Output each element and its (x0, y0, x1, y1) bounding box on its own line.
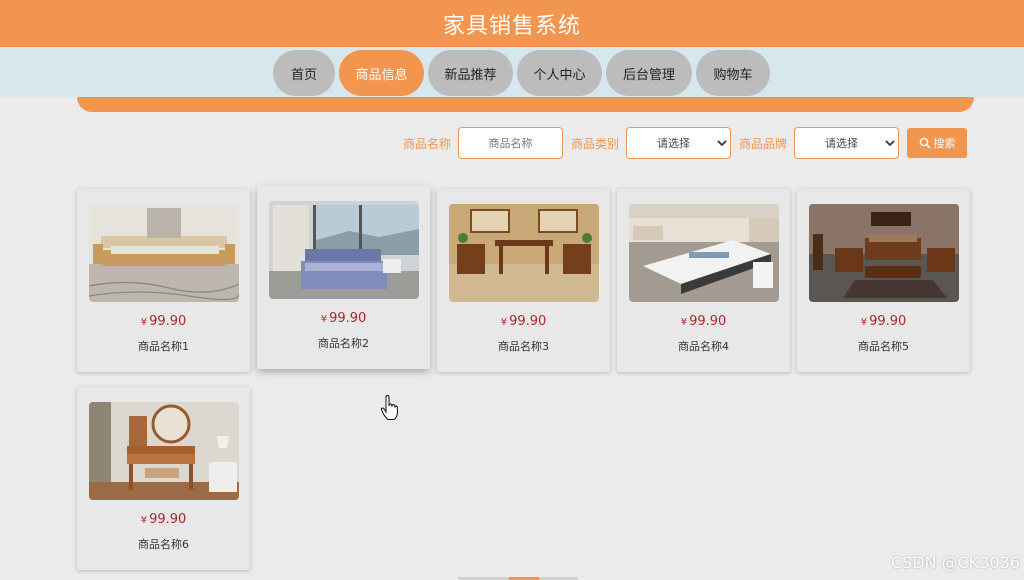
nav-new-products[interactable]: 新品推荐 (428, 50, 513, 96)
search-button-label: 搜索 (933, 137, 956, 150)
product-image (448, 204, 599, 302)
currency-symbol: ¥ (500, 317, 508, 328)
brand-label: 商品品牌 (738, 136, 787, 151)
search-bar: 商品名称 商品类别 请选择 商品品牌 请选择 搜索 (403, 127, 967, 159)
main-nav: 首页 商品信息 新品推荐 个人中心 后台管理 购物车 (273, 50, 770, 96)
price-value: 99.90 (149, 512, 187, 527)
product-image (88, 204, 239, 302)
product-card[interactable]: ¥99.90 商品名称4 (617, 189, 790, 372)
nav-product-info[interactable]: 商品信息 (339, 50, 424, 96)
product-price: ¥99.90 (681, 314, 727, 329)
product-price: ¥99.90 (141, 512, 187, 527)
price-value: 99.90 (869, 314, 907, 329)
product-card[interactable]: ¥99.90 商品名称5 (797, 189, 970, 372)
currency-symbol: ¥ (320, 314, 328, 325)
product-image (808, 204, 959, 302)
name-input[interactable] (457, 127, 563, 159)
currency-symbol: ¥ (140, 515, 148, 526)
currency-symbol: ¥ (680, 317, 688, 328)
nav-personal-center[interactable]: 个人中心 (517, 50, 602, 96)
price-value: 99.90 (509, 314, 547, 329)
product-card[interactable]: ¥99.90 商品名称2 (257, 186, 430, 369)
watermark: CSDN @CK3036 (890, 553, 1020, 572)
product-price: ¥99.90 (141, 314, 187, 329)
hand-cursor-icon (380, 395, 399, 420)
product-name: 商品名称4 (678, 340, 729, 353)
price-value: 99.90 (149, 314, 187, 329)
product-name: 商品名称1 (138, 340, 189, 353)
product-image (88, 402, 239, 500)
product-name: 商品名称3 (498, 340, 549, 353)
product-image (628, 204, 779, 302)
product-card[interactable]: ¥99.90 商品名称1 (77, 189, 250, 372)
product-grid: ¥99.90 商品名称1 ¥99.90 商品名称2 ¥ 99.90 商品名称3 … (77, 186, 974, 570)
nav-home[interactable]: 首页 (273, 50, 335, 96)
currency-symbol: ¥ (860, 317, 868, 328)
category-label: 商品类别 (570, 136, 619, 151)
app-title: 家具销售系统 (442, 13, 581, 39)
nav-cart[interactable]: 购物车 (696, 50, 770, 96)
product-card[interactable]: ¥99.90 商品名称6 (77, 387, 250, 570)
banner-strip (77, 97, 974, 112)
product-price: ¥99.90 (501, 314, 547, 329)
name-label: 商品名称 (402, 136, 451, 151)
search-button[interactable]: 搜索 (907, 128, 967, 158)
product-name: 商品名称5 (858, 340, 909, 353)
category-select[interactable]: 请选择 (625, 127, 731, 159)
price-value: 99.90 (689, 314, 727, 329)
product-price: ¥99.90 (321, 311, 367, 326)
currency-symbol: ¥ (140, 317, 148, 328)
price-value: 99.90 (329, 311, 367, 326)
product-price: ¥99.90 (861, 314, 907, 329)
product-name: 商品名称2 (318, 337, 369, 350)
search-icon (919, 137, 931, 149)
app-header: 家具销售系统 (0, 0, 1024, 47)
product-card[interactable]: ¥99.90 商品名称3 (437, 189, 610, 372)
nav-admin[interactable]: 后台管理 (606, 50, 692, 96)
product-image (268, 201, 419, 299)
product-name: 商品名称6 (138, 538, 189, 551)
brand-select[interactable]: 请选择 (794, 127, 899, 159)
